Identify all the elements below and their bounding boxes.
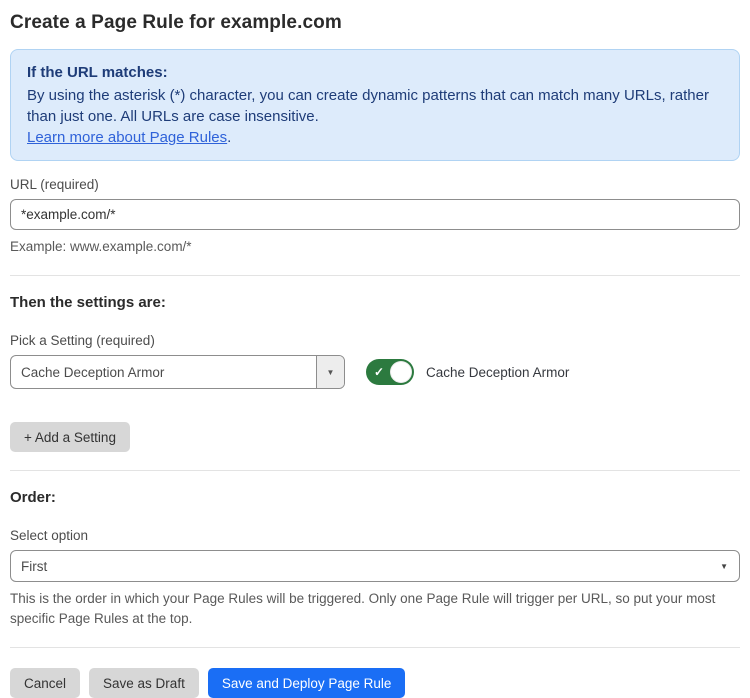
url-input[interactable] [10, 199, 740, 230]
toggle-label: Cache Deception Armor [426, 365, 569, 380]
setting-picker-label: Pick a Setting (required) [10, 333, 740, 348]
cancel-button[interactable]: Cancel [10, 668, 80, 698]
order-help-text: This is the order in which your Page Rul… [10, 589, 740, 629]
url-field-label: URL (required) [10, 177, 740, 192]
order-select-label: Select option [10, 528, 740, 543]
learn-more-link[interactable]: Learn more about Page Rules [27, 129, 227, 146]
divider [10, 275, 740, 276]
chevron-down-icon: ▼ [327, 368, 335, 377]
save-and-deploy-button[interactable]: Save and Deploy Page Rule [208, 668, 406, 698]
save-as-draft-button[interactable]: Save as Draft [89, 668, 199, 698]
url-example-text: Example: www.example.com/* [10, 237, 740, 257]
page-title: Create a Page Rule for example.com [10, 12, 740, 34]
divider [10, 470, 740, 471]
link-suffix: . [227, 129, 231, 146]
footer-actions: Cancel Save as Draft Save and Deploy Pag… [10, 668, 740, 698]
order-select[interactable]: First ▼ [10, 550, 740, 582]
chevron-down-icon: ▼ [709, 551, 739, 581]
toggle-knob [390, 361, 412, 383]
setting-select[interactable]: Cache Deception Armor ▼ [10, 355, 345, 389]
info-box-link-line: Learn more about Page Rules. [27, 127, 723, 148]
create-page-rule-form: Create a Page Rule for example.com If th… [0, 0, 750, 698]
info-box-body: By using the asterisk (*) character, you… [27, 85, 723, 127]
setting-row: Cache Deception Armor ▼ ✓ Cache Deceptio… [10, 355, 740, 389]
check-icon: ✓ [374, 365, 384, 379]
info-box-heading: If the URL matches: [27, 62, 723, 83]
add-setting-button[interactable]: + Add a Setting [10, 422, 130, 452]
cache-deception-armor-toggle[interactable]: ✓ [366, 359, 414, 385]
order-select-value: First [11, 551, 709, 581]
setting-select-value: Cache Deception Armor [11, 356, 316, 388]
divider [10, 647, 740, 648]
url-match-info-box: If the URL matches: By using the asteris… [10, 49, 740, 161]
settings-section-heading: Then the settings are: [10, 294, 740, 311]
order-section-heading: Order: [10, 489, 740, 506]
setting-select-arrow-button[interactable]: ▼ [316, 356, 344, 388]
